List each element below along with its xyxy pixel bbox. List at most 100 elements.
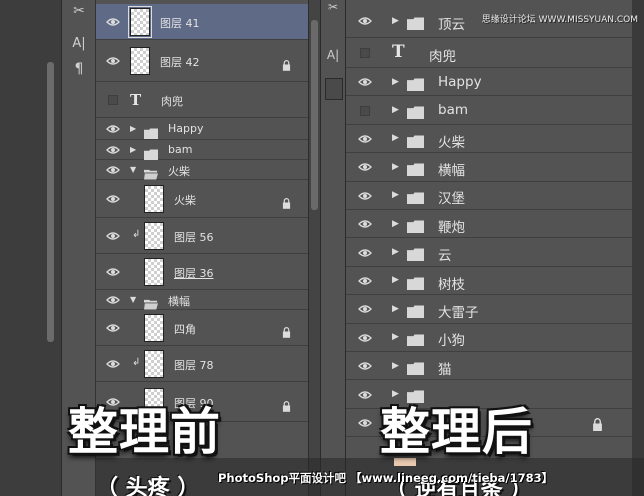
eye-icon[interactable] xyxy=(358,274,372,288)
layer-row[interactable]: ▼ 横幅 xyxy=(96,290,308,310)
paragraph-icon[interactable]: ¶ xyxy=(67,58,91,80)
eye-icon[interactable] xyxy=(106,321,120,335)
eye-icon[interactable] xyxy=(358,246,372,260)
folder-icon xyxy=(407,133,424,149)
layer-name: 横幅 xyxy=(438,163,465,180)
folder-icon xyxy=(144,124,158,140)
eye-icon[interactable] xyxy=(358,302,372,316)
chevron-right-icon[interactable]: ▶ xyxy=(392,304,399,314)
chevron-down-icon[interactable]: ▼ xyxy=(130,165,136,174)
chevron-right-icon[interactable]: ▶ xyxy=(392,162,399,172)
character-panel-icon[interactable]: A| xyxy=(67,32,91,54)
folder-icon xyxy=(407,189,424,205)
lock-icon xyxy=(282,56,291,71)
chevron-right-icon[interactable]: ▶ xyxy=(392,77,399,87)
layer-row[interactable]: ▶ 火柴 xyxy=(346,124,632,154)
scissors-icon[interactable]: ✂ xyxy=(321,0,345,18)
layer-row[interactable]: T 肉兜 xyxy=(346,38,632,68)
layer-row[interactable]: ▶ 猫 xyxy=(346,352,632,381)
eye-icon[interactable] xyxy=(106,143,120,157)
folder-icon xyxy=(407,246,424,262)
layer-row[interactable]: ▶ 汉堡 xyxy=(346,181,632,210)
eye-icon[interactable] xyxy=(106,54,120,68)
lock-icon xyxy=(282,323,291,338)
layer-row[interactable]: ▶ 树枝 xyxy=(346,266,632,296)
chevron-right-icon[interactable]: ▶ xyxy=(392,219,399,229)
eye-icon[interactable] xyxy=(106,357,120,371)
layer-row[interactable]: 四角 xyxy=(96,310,308,346)
credit-line: PhotoShop平面设计吧 【www.lineeg.com/tieba/178… xyxy=(218,471,554,485)
layer-name: 火柴 xyxy=(438,134,465,151)
eye-icon[interactable] xyxy=(106,293,120,307)
chevron-right-icon[interactable]: ▶ xyxy=(392,190,399,200)
toolbar-scrollbar[interactable] xyxy=(47,62,54,342)
layer-row[interactable]: 图层 36 xyxy=(96,254,308,290)
chevron-right-icon[interactable]: ▶ xyxy=(392,16,399,26)
lock-icon xyxy=(282,194,291,209)
layer-row[interactable]: 图层 42 xyxy=(96,40,308,82)
visibility-toggle[interactable] xyxy=(108,95,118,105)
layer-row[interactable]: ▶ 大雷子 xyxy=(346,295,632,324)
watermark: 思缘设计论坛 WWW.MISSYUAN.COM xyxy=(481,15,638,25)
scissors-icon[interactable]: ✂ xyxy=(67,0,91,22)
folder-icon xyxy=(144,295,158,310)
layer-row[interactable]: ▶ 鞭炮 xyxy=(346,210,632,239)
visibility-toggle[interactable] xyxy=(360,48,370,58)
chevron-right-icon[interactable]: ▶ xyxy=(392,332,399,342)
layer-row[interactable]: 火柴 xyxy=(96,180,308,218)
eye-icon[interactable] xyxy=(358,132,372,146)
eye-icon[interactable] xyxy=(358,75,372,89)
layer-thumbnail xyxy=(128,6,152,38)
eye-icon[interactable] xyxy=(106,122,120,136)
eye-icon[interactable] xyxy=(106,15,120,29)
chevron-right-icon[interactable]: ▶ xyxy=(392,133,399,143)
layer-row[interactable]: ▶ bam xyxy=(346,96,632,125)
eye-icon[interactable] xyxy=(358,160,372,174)
eye-icon[interactable] xyxy=(106,229,120,243)
chevron-right-icon[interactable]: ▶ xyxy=(392,275,399,285)
chevron-right-icon[interactable]: ▶ xyxy=(392,105,399,115)
layer-row[interactable]: ▶ Happy xyxy=(96,118,308,140)
layer-row[interactable]: ▶ bam xyxy=(96,140,308,161)
layer-row[interactable]: ▶ Happy xyxy=(346,68,632,97)
eye-icon[interactable] xyxy=(358,189,372,203)
eye-icon[interactable] xyxy=(358,217,372,231)
layer-row[interactable]: ▶ 横幅 xyxy=(346,153,632,182)
layer-name: 火柴 xyxy=(168,165,190,179)
chevron-right-icon[interactable]: ▶ xyxy=(392,247,399,257)
eye-icon[interactable] xyxy=(106,192,120,206)
layer-thumbnail xyxy=(130,47,150,75)
chevron-right-icon[interactable]: ▶ xyxy=(130,145,136,154)
scroll-thumb[interactable] xyxy=(311,20,318,210)
folder-icon xyxy=(407,76,424,92)
layers-scrollbar-before[interactable] xyxy=(309,0,320,496)
chevron-right-icon[interactable]: ▶ xyxy=(130,124,136,133)
character-panel-icon[interactable]: A| xyxy=(321,44,345,66)
folder-icon xyxy=(407,104,424,120)
layer-row[interactable]: T 肉兜 xyxy=(96,82,308,118)
chevron-right-icon[interactable]: ▶ xyxy=(392,361,399,371)
layer-row[interactable]: 图层 41 xyxy=(96,4,308,40)
layer-row[interactable]: ▶ 小狗 xyxy=(346,323,632,352)
eye-icon[interactable] xyxy=(358,388,372,402)
layer-row[interactable]: ↲ 图层 56 xyxy=(96,218,308,254)
before-subtitle: （ 头疼 ） xyxy=(96,476,200,496)
chevron-down-icon[interactable]: ▼ xyxy=(130,295,136,304)
eye-icon[interactable] xyxy=(358,359,372,373)
eye-icon[interactable] xyxy=(358,416,372,430)
eye-icon[interactable] xyxy=(106,265,120,279)
folder-icon xyxy=(144,145,158,161)
eye-icon[interactable] xyxy=(358,14,372,28)
eye-icon[interactable] xyxy=(106,163,120,177)
panel-toggle-button[interactable] xyxy=(325,78,343,100)
eye-icon[interactable] xyxy=(358,331,372,345)
layer-name: 火柴 xyxy=(174,194,196,208)
layer-name: 肉兜 xyxy=(429,48,456,65)
layer-row[interactable]: ▶ 云 xyxy=(346,238,632,267)
layer-row[interactable]: ▼ 火柴 xyxy=(96,160,308,180)
folder-icon xyxy=(144,165,158,180)
layer-name: bam xyxy=(438,102,468,119)
layer-row[interactable]: ↲ 图层 78 xyxy=(96,346,308,382)
layer-name: 云 xyxy=(438,248,452,265)
visibility-toggle[interactable] xyxy=(360,105,370,116)
